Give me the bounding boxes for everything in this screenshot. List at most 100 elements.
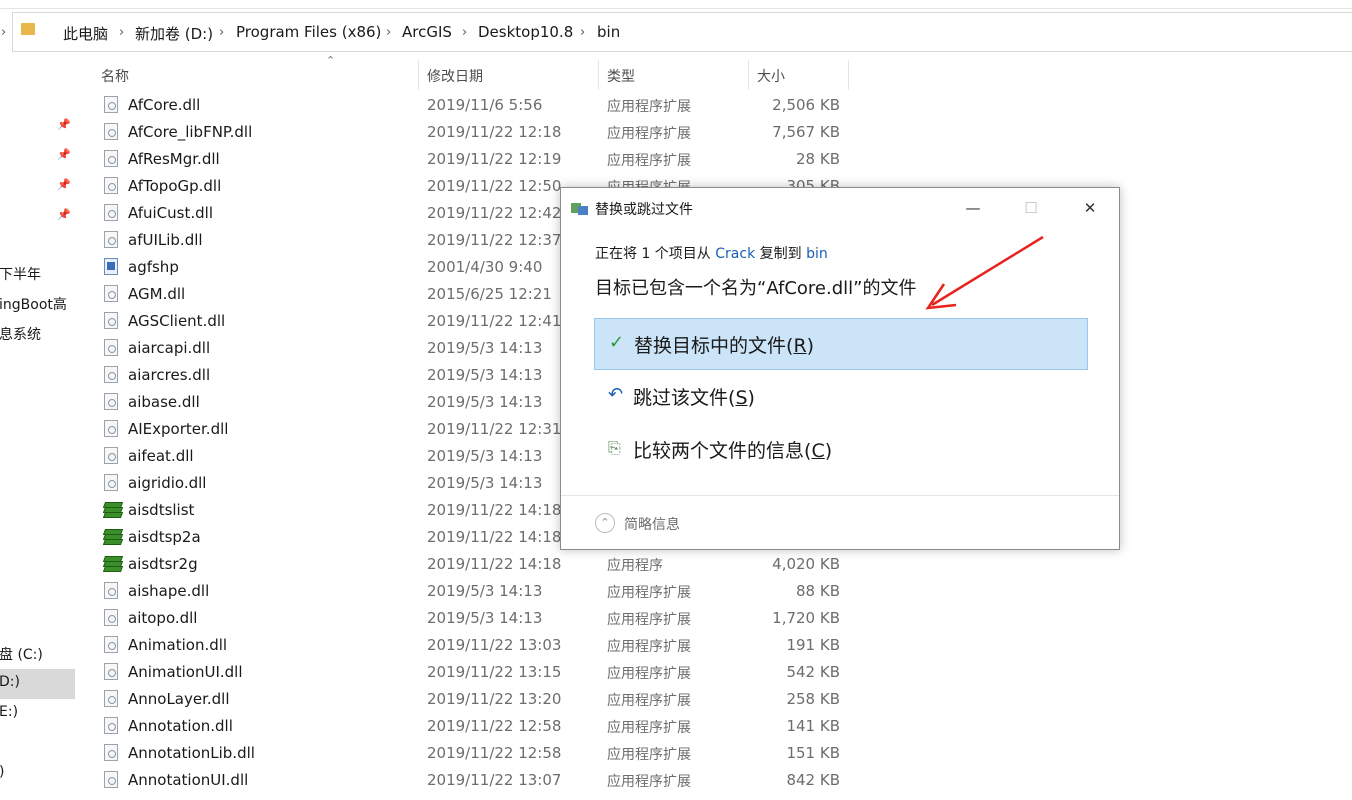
column-header-date[interactable]: 修改日期 — [427, 66, 483, 86]
file-size: 1,720 KB — [772, 609, 840, 627]
breadcrumb-program-files[interactable]: Program Files (x86) — [236, 23, 381, 41]
breadcrumb-bin[interactable]: bin — [597, 23, 620, 41]
file-modified-date: 2019/11/22 14:18 — [427, 555, 562, 573]
checkmark-icon: ✓ — [609, 332, 625, 353]
file-modified-date: 2019/11/22 13:15 — [427, 663, 562, 681]
dll-file-icon — [104, 690, 118, 707]
chevron-right-icon[interactable]: › — [386, 25, 391, 40]
dll-file-icon — [104, 339, 118, 356]
chevron-right-icon[interactable]: › — [580, 25, 585, 40]
column-divider[interactable] — [598, 60, 599, 90]
column-divider[interactable] — [848, 60, 849, 90]
close-button[interactable]: ✕ — [1067, 194, 1113, 222]
file-row[interactable]: Animation.dll 2019/11/22 13:03 应用程序扩展 191 K… — [0, 632, 860, 659]
file-size: 842 KB — [786, 771, 840, 789]
file-name: agfshp — [128, 258, 179, 276]
file-row[interactable]: AfCore_libFNP.dll 2019/11/22 12:18 应用程序扩展 7… — [0, 119, 860, 146]
file-row[interactable]: aitopo.dll 2019/5/3 14:13 应用程序扩展 1,720 KB — [0, 605, 860, 632]
chevron-up-icon[interactable]: ⌃ — [595, 513, 615, 533]
application-stack-icon — [102, 528, 124, 545]
file-modified-date: 2019/11/22 13:20 — [427, 690, 562, 708]
file-row[interactable]: AnnotationLib.dll 2019/11/22 12:58 应用程序扩展 1… — [0, 740, 860, 767]
dll-file-icon — [104, 717, 118, 734]
file-row[interactable]: AfResMgr.dll 2019/11/22 12:19 应用程序扩展 28 KB — [0, 146, 860, 173]
fewer-details-toggle[interactable]: 简略信息 — [624, 514, 680, 534]
file-name: afUILib.dll — [128, 231, 203, 249]
minimize-button[interactable]: — — [950, 194, 996, 222]
file-row[interactable]: aishape.dll 2019/5/3 14:13 应用程序扩展 88 KB — [0, 578, 860, 605]
compare-files-option[interactable]: ⎘ 比较两个文件的信息(C) — [594, 424, 1088, 476]
file-row[interactable]: AfCore.dll 2019/11/6 5:56 应用程序扩展 2,506 KB — [0, 92, 860, 119]
replace-file-option[interactable]: ✓ 替换目标中的文件(R) — [594, 318, 1088, 370]
breadcrumb-drive-d[interactable]: 新加卷 (D:) — [135, 23, 213, 44]
file-name: AnimationUI.dll — [128, 663, 243, 681]
dll-file-icon — [104, 366, 118, 383]
file-modified-date: 2019/5/3 14:13 — [427, 393, 543, 411]
file-type: 应用程序扩展 — [607, 639, 691, 655]
file-name: AfCore_libFNP.dll — [128, 123, 253, 141]
dll-file-icon — [104, 420, 118, 437]
dll-file-icon — [104, 123, 118, 140]
file-name: AfCore.dll — [128, 96, 201, 114]
sort-ascending-icon: ⌃ — [326, 54, 336, 67]
file-name: aifeat.dll — [128, 447, 194, 465]
file-name: aishape.dll — [128, 582, 210, 600]
source-folder-link[interactable]: Crack — [715, 246, 755, 262]
file-modified-date: 2019/11/22 12:50 — [427, 177, 562, 195]
file-type: 应用程序扩展 — [607, 612, 691, 628]
file-name: AnnoLayer.dll — [128, 690, 230, 708]
column-divider[interactable] — [418, 60, 419, 90]
chevron-right-icon[interactable]: › — [119, 25, 124, 40]
skip-file-label-text: 跳过该文件 — [633, 387, 729, 409]
dll-file-icon — [104, 96, 118, 113]
file-modified-date: 2019/5/3 14:13 — [427, 582, 543, 600]
breadcrumb-this-pc[interactable]: 此电脑 — [63, 23, 108, 44]
file-modified-date: 2019/11/22 12:58 — [427, 744, 562, 762]
file-type: 应用程序扩展 — [607, 153, 691, 169]
file-modified-date: 2019/5/3 14:13 — [427, 609, 543, 627]
address-bar[interactable]: › 此电脑 › 新加卷 (D:) › Program Files (x86) ›… — [1, 12, 1352, 52]
file-size: 141 KB — [786, 717, 840, 735]
dll-file-icon — [104, 636, 118, 653]
file-modified-date: 2019/11/22 12:42 — [427, 204, 562, 222]
dialog-divider — [561, 495, 1119, 496]
copy-status-text: 正在将 1 个项目从 Crack 复制到 bin — [595, 243, 828, 263]
destination-folder-link[interactable]: bin — [806, 246, 828, 262]
file-row[interactable]: Annotation.dll 2019/11/22 12:58 应用程序扩展 141 … — [0, 713, 860, 740]
breadcrumb-desktop108[interactable]: Desktop10.8 — [478, 23, 573, 41]
chevron-right-icon[interactable]: › — [462, 25, 467, 40]
column-header-type[interactable]: 类型 — [607, 66, 635, 86]
file-name: aibase.dll — [128, 393, 200, 411]
file-row[interactable]: aisdtsr2g 2019/11/22 14:18 应用程序 4,020 KB — [0, 551, 860, 578]
file-modified-date: 2019/11/22 13:03 — [427, 636, 562, 654]
breadcrumb-arcgis[interactable]: ArcGIS — [402, 23, 452, 41]
file-name: Animation.dll — [128, 636, 228, 654]
copy-status-prefix: 正在将 1 个项目从 — [595, 246, 716, 262]
file-type: 应用程序 — [607, 558, 663, 574]
chevron-right-icon[interactable]: › — [219, 25, 224, 40]
file-modified-date: 2019/11/22 13:07 — [427, 771, 562, 789]
column-header-name[interactable]: 名称 — [101, 66, 129, 86]
file-modified-date: 2019/11/22 12:37 — [427, 231, 562, 249]
file-modified-date: 2019/11/22 12:19 — [427, 150, 562, 168]
file-name: AfResMgr.dll — [128, 150, 220, 168]
file-type: 应用程序扩展 — [607, 747, 691, 763]
column-divider[interactable] — [748, 60, 749, 90]
file-type: 应用程序扩展 — [607, 126, 691, 142]
file-name: aiarcres.dll — [128, 366, 211, 384]
skip-file-option[interactable]: ↶ 跳过该文件(S) — [594, 371, 1088, 423]
replace-or-skip-dialog: 替换或跳过文件 — ☐ ✕ 正在将 1 个项目从 Crack 复制到 bin 目… — [560, 187, 1120, 550]
compare-icon: ⎘ — [608, 438, 621, 457]
dialog-title: 替换或跳过文件 — [595, 202, 693, 218]
file-row[interactable]: AnnotationUI.dll 2019/11/22 13:07 应用程序扩展 84… — [0, 767, 860, 794]
file-row[interactable]: AnimationUI.dll 2019/11/22 13:15 应用程序扩展 542… — [0, 659, 860, 686]
file-modified-date: 2019/11/6 5:56 — [427, 96, 543, 114]
conflict-message: 目标已包含一个名为“AfCore.dll”的文件 — [595, 278, 917, 299]
replace-file-label: 替换目标中的文件(R) — [634, 335, 815, 357]
dll-file-icon — [104, 609, 118, 626]
column-header-size[interactable]: 大小 — [757, 66, 785, 86]
file-type: 应用程序扩展 — [607, 99, 691, 115]
file-row[interactable]: AnnoLayer.dll 2019/11/22 13:20 应用程序扩展 258 K… — [0, 686, 860, 713]
dll-file-icon — [104, 582, 118, 599]
file-modified-date: 2019/5/3 14:13 — [427, 447, 543, 465]
